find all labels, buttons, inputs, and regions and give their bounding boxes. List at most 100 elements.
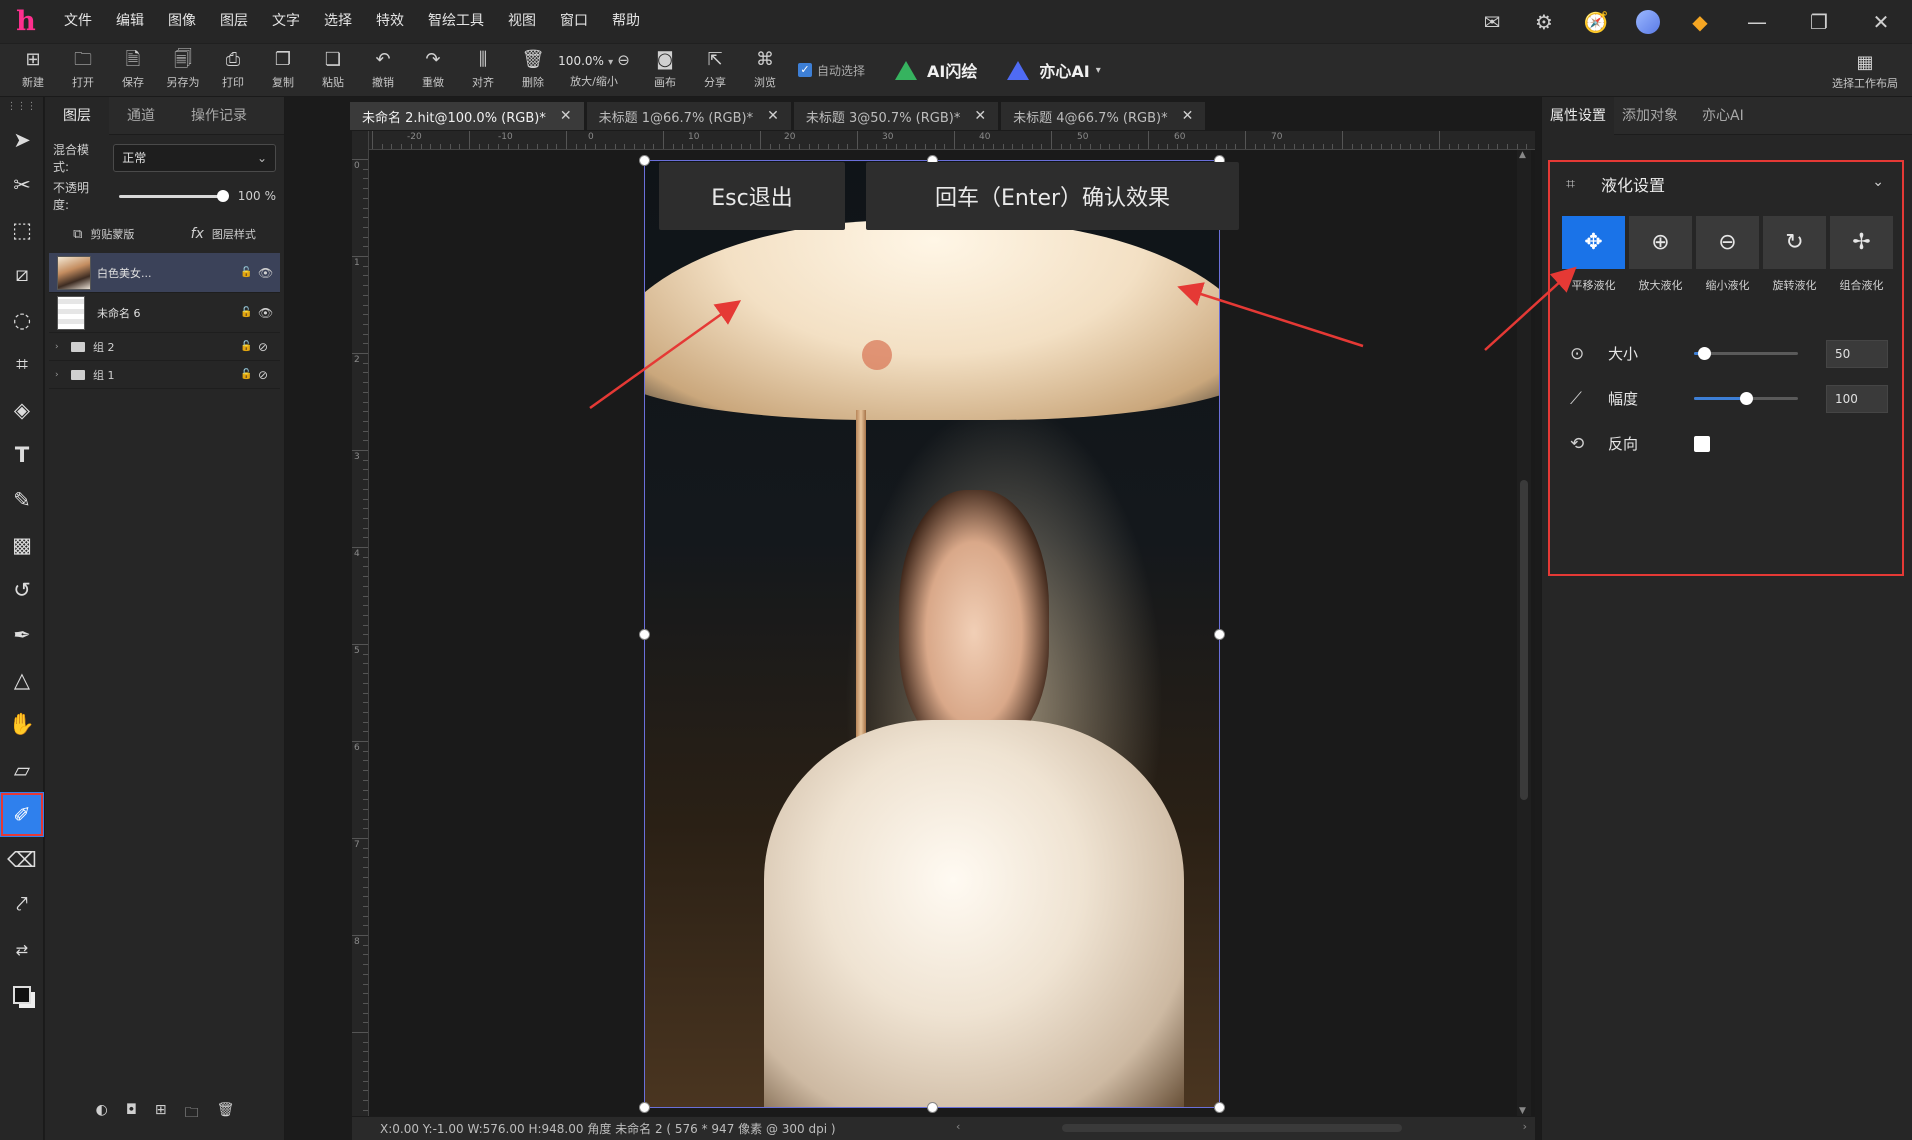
- menu-item[interactable]: 视图: [496, 0, 548, 43]
- eraser-tool-icon[interactable]: ⌫: [0, 837, 44, 882]
- restore-icon[interactable]: ❐: [1788, 0, 1850, 43]
- zoom-out-icon[interactable]: ⊖: [1696, 216, 1759, 269]
- hand-tool-icon[interactable]: ✋: [0, 702, 44, 747]
- vertical-scrollbar[interactable]: ▲ ▼: [1517, 150, 1531, 1116]
- size-slider[interactable]: [1694, 347, 1798, 360]
- liquify-header[interactable]: ⌗ 液化设置 ⌄: [1550, 162, 1902, 206]
- eye-icon[interactable]: 👁: [258, 266, 280, 280]
- mosaic-tool-icon[interactable]: ▩: [0, 522, 44, 567]
- canvas-button[interactable]: ◙ 画布: [640, 45, 690, 95]
- close-tab-icon[interactable]: ✕: [974, 108, 986, 124]
- layer-style-button[interactable]: fx 图层样式: [191, 226, 256, 242]
- crop-tool-icon[interactable]: ⌗: [0, 342, 44, 387]
- lock-icon[interactable]: 🔓: [240, 307, 258, 318]
- close-tab-icon[interactable]: ✕: [1182, 108, 1194, 124]
- checkbox-checked-icon[interactable]: ✓: [798, 63, 812, 77]
- add-mask-icon[interactable]: ◘: [126, 1102, 137, 1126]
- move-arrows-mode-button[interactable]: ✥ 平移液化: [1562, 216, 1625, 293]
- scroll-up-icon[interactable]: ▲: [1519, 150, 1526, 160]
- amplitude-slider[interactable]: [1694, 392, 1798, 405]
- text-tool-icon[interactable]: T: [0, 432, 44, 477]
- menu-item[interactable]: 文字: [260, 0, 312, 43]
- marquee-tool-icon[interactable]: ⬚: [0, 207, 44, 252]
- zoom-out-icon[interactable]: ⊖: [617, 51, 630, 69]
- enter-confirm-button[interactable]: 回车（Enter）确认效果: [866, 162, 1239, 230]
- group-row[interactable]: › 组 1 🔓 ⊘: [49, 361, 280, 389]
- horizontal-scroll-thumb[interactable]: [1062, 1124, 1402, 1132]
- opacity-slider[interactable]: [118, 189, 229, 202]
- compass-icon[interactable]: 🧭: [1570, 0, 1622, 43]
- minimize-icon[interactable]: —: [1726, 0, 1788, 43]
- document-tab[interactable]: 未标题 1@66.7% (RGB)* ✕: [586, 102, 792, 130]
- amplitude-slider-thumb[interactable]: [1740, 392, 1753, 405]
- combine-arrows-icon[interactable]: ✢: [1830, 216, 1893, 269]
- open-folder-button[interactable]: 🗀 打开: [58, 45, 108, 95]
- clip-mask-button[interactable]: ⧉ 剪贴蒙版: [73, 226, 134, 242]
- zoom-value[interactable]: 100.0%: [558, 54, 604, 68]
- expand-caret-icon[interactable]: ›: [55, 342, 67, 352]
- close-icon[interactable]: ✕: [1850, 0, 1912, 43]
- zoom-control[interactable]: 100.0% ▾ ⊖ 放大/缩小: [558, 45, 630, 95]
- amplitude-input[interactable]: 100: [1826, 384, 1888, 413]
- swap-colors-icon[interactable]: ⇄: [0, 927, 44, 972]
- layer-row[interactable]: 未命名 6 🔓 👁: [49, 293, 280, 333]
- magic-wand-tool-icon[interactable]: ⧄: [0, 252, 44, 297]
- menu-item[interactable]: 窗口: [548, 0, 600, 43]
- brush-tool-icon[interactable]: ✎: [0, 477, 44, 522]
- move-tool-icon[interactable]: ➤: [0, 117, 44, 162]
- menu-item[interactable]: 编辑: [104, 0, 156, 43]
- trash-button[interactable]: 🗑 删除: [508, 45, 558, 95]
- reverse-checkbox[interactable]: [1694, 435, 1710, 452]
- tab-properties[interactable]: 属性设置: [1542, 96, 1614, 135]
- expand-caret-icon[interactable]: ›: [55, 370, 67, 380]
- auto-select-checkbox[interactable]: ✓ 自动选择: [798, 62, 865, 79]
- pen-tool-icon[interactable]: ✒: [0, 612, 44, 657]
- rotate-mode-button[interactable]: ↻ 旋转液化: [1763, 216, 1826, 293]
- scroll-left-icon[interactable]: ‹: [956, 1120, 960, 1133]
- zoom-in-icon[interactable]: ⊕: [1629, 216, 1692, 269]
- combine-arrows-mode-button[interactable]: ✢ 组合液化: [1830, 216, 1893, 293]
- user-avatar-icon[interactable]: [1622, 0, 1674, 43]
- fill-tool-icon[interactable]: ◈: [0, 387, 44, 432]
- ai-flash-button[interactable]: AI闪绘: [895, 58, 977, 82]
- scroll-down-icon[interactable]: ▼: [1519, 1106, 1526, 1116]
- settings-icon[interactable]: ⚙: [1518, 0, 1570, 43]
- redo-button[interactable]: ↷ 重做: [408, 45, 458, 95]
- paste-button[interactable]: ❏ 粘贴: [308, 45, 358, 95]
- menu-item[interactable]: 帮助: [600, 0, 652, 43]
- zoom-out-mode-button[interactable]: ⊖ 缩小液化: [1696, 216, 1759, 293]
- menu-item[interactable]: 图像: [156, 0, 208, 43]
- eye-icon[interactable]: 👁: [258, 306, 280, 320]
- menu-item[interactable]: 智绘工具: [416, 0, 496, 43]
- adjustment-layer-icon[interactable]: ◐: [96, 1102, 108, 1126]
- scroll-thumb[interactable]: [1520, 480, 1528, 800]
- save-as-button[interactable]: 🗐 另存为: [158, 45, 208, 95]
- scroll-right-icon[interactable]: ›: [1523, 1120, 1527, 1133]
- new-file-button[interactable]: ⊞ 新建: [8, 45, 58, 95]
- document-tab[interactable]: 未命名 2.hit@100.0% (RGB)* ✕: [350, 102, 585, 130]
- tab-add-object[interactable]: 添加对象: [1614, 97, 1686, 135]
- tab-layers[interactable]: 图层: [45, 96, 109, 135]
- blend-mode-select[interactable]: 正常 ⌄: [113, 144, 276, 172]
- yixin-ai-button[interactable]: 亦心AI ▾: [1007, 58, 1101, 82]
- history-brush-tool-icon[interactable]: ↺: [0, 567, 44, 612]
- move-arrows-icon[interactable]: ✥: [1562, 216, 1625, 269]
- cutout-tool-icon[interactable]: ✂: [0, 162, 44, 207]
- group-row[interactable]: › 组 2 🔓 ⊘: [49, 333, 280, 361]
- zoom-in-mode-button[interactable]: ⊕ 放大液化: [1629, 216, 1692, 293]
- menu-item[interactable]: 选择: [312, 0, 364, 43]
- opacity-slider-thumb[interactable]: [216, 189, 229, 202]
- color-swatch-icon[interactable]: [0, 972, 44, 1017]
- tab-channels[interactable]: 通道: [109, 97, 173, 135]
- new-group-icon[interactable]: 🗀: [185, 1102, 199, 1126]
- rotate-icon[interactable]: ↻: [1763, 216, 1826, 269]
- menu-item[interactable]: 特效: [364, 0, 416, 43]
- workspace-layout-button[interactable]: ▦ 选择工作布局: [1832, 44, 1898, 98]
- eye-hidden-icon[interactable]: ⊘: [258, 340, 280, 354]
- zoom-dropdown-icon[interactable]: ▾: [608, 57, 613, 68]
- undo-button[interactable]: ↶ 撤销: [358, 45, 408, 95]
- size-slider-thumb[interactable]: [1698, 347, 1712, 360]
- lock-icon[interactable]: 🔓: [240, 267, 258, 278]
- strip-grip-icon[interactable]: ⋮⋮⋮: [0, 97, 43, 117]
- liquify-tool-icon[interactable]: ✐: [0, 792, 44, 837]
